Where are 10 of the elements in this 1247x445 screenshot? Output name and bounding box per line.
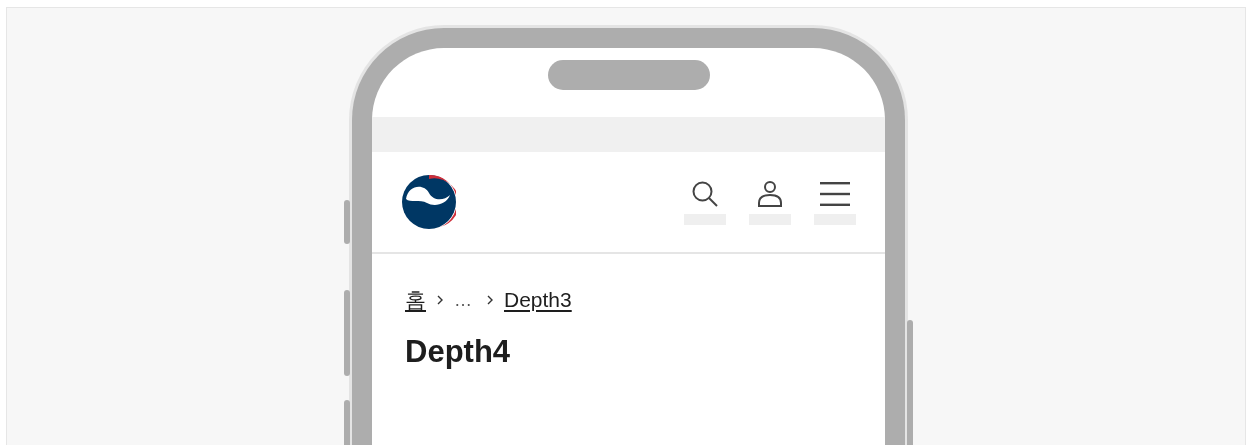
breadcrumb-ellipsis: … bbox=[454, 289, 472, 311]
breadcrumb-link[interactable]: Depth3 bbox=[504, 288, 572, 312]
logo-icon bbox=[402, 175, 456, 229]
chevron-icon bbox=[436, 294, 444, 306]
menu-button[interactable] bbox=[820, 180, 850, 208]
chevron-icon bbox=[486, 294, 494, 306]
search-button[interactable] bbox=[691, 180, 719, 208]
user-button[interactable] bbox=[756, 180, 784, 208]
breadcrumb-link[interactable]: 홈 bbox=[405, 286, 426, 314]
page-title: Depth4 bbox=[405, 334, 512, 370]
